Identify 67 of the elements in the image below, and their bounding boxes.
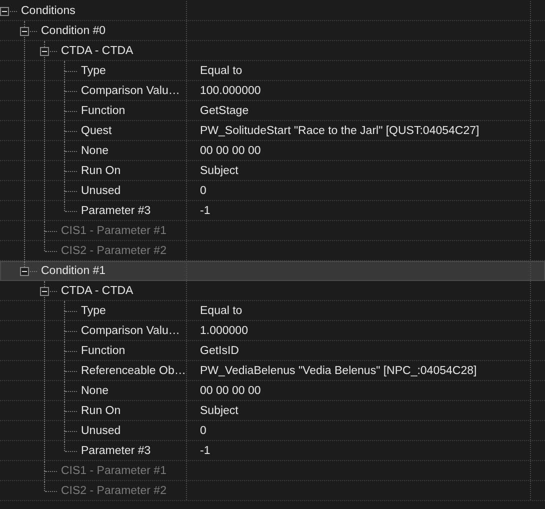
tree-row[interactable]: Comparison Valu… 1.000000 <box>0 321 545 341</box>
collapse-icon[interactable] <box>40 46 49 56</box>
field-value: Equal to <box>200 304 242 316</box>
field-label: Referenceable Ob… <box>80 364 186 376</box>
field-value: 00 00 00 00 <box>200 144 261 156</box>
field-label: Unused <box>80 424 121 436</box>
tree-row[interactable]: Unused 0 <box>0 181 545 201</box>
tree-row[interactable]: Run On Subject <box>0 401 545 421</box>
collapse-icon[interactable] <box>40 286 49 296</box>
tree-row[interactable]: Unused 0 <box>0 421 545 441</box>
field-value: 0 <box>200 424 206 436</box>
tree-row[interactable]: Comparison Valu… 100.000000 <box>0 81 545 101</box>
collapse-icon[interactable] <box>20 266 29 276</box>
field-label: Parameter #3 <box>80 204 151 216</box>
field-value: PW_VediaBelenus "Vedia Belenus" [NPC_:04054C28] <box>200 364 477 376</box>
tree-row[interactable]: None 00 00 00 00 <box>0 381 545 401</box>
tree-row[interactable]: Parameter #3 -1 <box>0 441 545 461</box>
tree-row[interactable]: Condition #0 <box>0 21 545 41</box>
collapse-icon[interactable] <box>20 26 29 36</box>
field-label: Type <box>80 64 106 76</box>
field-value: 0 <box>200 184 206 196</box>
field-label: CIS1 - Parameter #1 <box>60 464 166 476</box>
field-label: CIS2 - Parameter #2 <box>60 244 166 256</box>
field-label: Condition #1 <box>40 264 106 276</box>
collapse-icon[interactable] <box>0 6 9 16</box>
field-value: -1 <box>200 204 210 216</box>
field-value: Subject <box>200 164 238 176</box>
field-value: Subject <box>200 404 238 416</box>
tree-row[interactable]: Run On Subject <box>0 161 545 181</box>
tree-row[interactable]: None 00 00 00 00 <box>0 141 545 161</box>
field-label: Conditions <box>20 4 76 16</box>
field-label: CTDA - CTDA <box>60 284 134 296</box>
field-label: Run On <box>80 164 121 176</box>
field-label: CTDA - CTDA <box>60 44 134 56</box>
tree-row[interactable]: Conditions <box>0 1 545 21</box>
tree-row[interactable]: Function GetIsID <box>0 341 545 361</box>
field-value: -1 <box>200 444 210 456</box>
tree-row[interactable]: Condition #1 <box>0 261 545 281</box>
tree-row[interactable]: Function GetStage <box>0 101 545 121</box>
tree-row[interactable]: Type Equal to <box>0 301 545 321</box>
field-label: None <box>80 384 108 396</box>
field-label: Comparison Valu… <box>80 84 180 96</box>
tree-row[interactable]: Referenceable Ob… PW_VediaBelenus "Vedia Belenus" [NPC_:04054C28] <box>0 361 545 381</box>
field-label: Comparison Valu… <box>80 324 180 336</box>
field-value: GetIsID <box>200 344 239 356</box>
field-label: Type <box>80 304 106 316</box>
field-label: Parameter #3 <box>80 444 151 456</box>
tree-row[interactable]: Quest PW_SolitudeStart "Race to the Jarl" [QUST:04054C27] <box>0 121 545 141</box>
field-value: Equal to <box>200 64 242 76</box>
field-value: 100.000000 <box>200 84 261 96</box>
field-label: Unused <box>80 184 121 196</box>
field-label: CIS1 - Parameter #1 <box>60 224 166 236</box>
field-label: Quest <box>80 124 112 136</box>
field-label: Condition #0 <box>40 24 106 36</box>
field-label: Function <box>80 104 126 116</box>
field-value: 00 00 00 00 <box>200 384 261 396</box>
tree-row[interactable]: Type Equal to <box>0 61 545 81</box>
field-label: None <box>80 144 108 156</box>
tree-row[interactable]: Parameter #3 -1 <box>0 201 545 221</box>
tree-row[interactable]: CTDA - CTDA <box>0 281 545 301</box>
field-value: 1.000000 <box>200 324 248 336</box>
field-value: PW_SolitudeStart "Race to the Jarl" [QUST:04054C27] <box>200 124 480 136</box>
field-label: Run On <box>80 404 121 416</box>
field-value: GetStage <box>200 104 249 116</box>
field-label: CIS2 - Parameter #2 <box>60 484 166 496</box>
field-label: Function <box>80 344 126 356</box>
tree-row[interactable]: CTDA - CTDA <box>0 41 545 61</box>
